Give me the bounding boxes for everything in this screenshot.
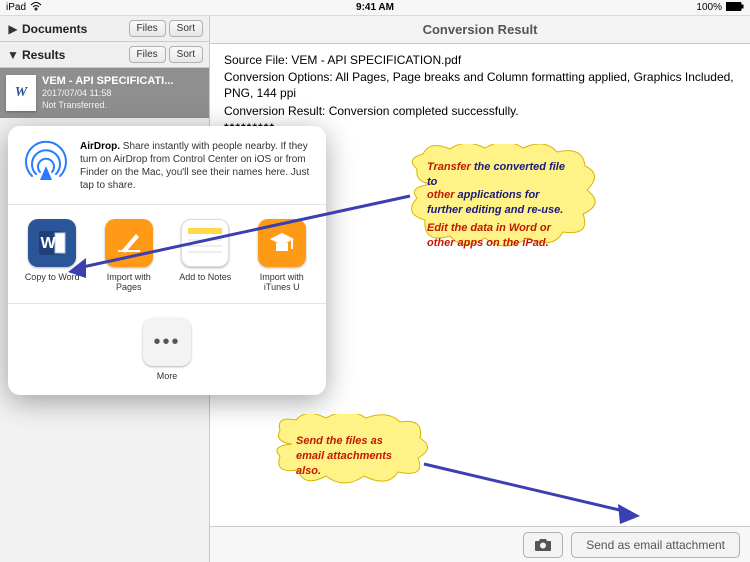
files-button[interactable]: Files: [129, 46, 166, 63]
section-documents[interactable]: ▶ Documents Files Sort: [0, 16, 209, 42]
section-results[interactable]: ▼ Results Files Sort: [0, 42, 209, 68]
files-button[interactable]: Files: [129, 20, 166, 37]
more-button[interactable]: ••• More: [22, 318, 312, 381]
share-actions-row: ••• More: [8, 304, 326, 395]
arrow-to-word: [60, 188, 430, 298]
file-date: 2017/07/04 11:58: [42, 88, 203, 100]
status-time: 9:41 AM: [356, 2, 394, 13]
file-name: VEM - API SPECIFICATI...: [42, 74, 203, 88]
section-title: Documents: [20, 22, 126, 36]
callout-transfer: Transfer the converted file to other app…: [405, 144, 600, 254]
status-device: iPad: [6, 2, 26, 13]
sort-button[interactable]: Sort: [169, 46, 203, 63]
callout-email: Send the files as email attachments also…: [270, 414, 430, 484]
chevron-right-icon: ▶: [6, 22, 20, 36]
sort-button[interactable]: Sort: [169, 20, 203, 37]
camera-icon: [534, 538, 552, 551]
panel-footer: Send as email attachment: [210, 526, 750, 562]
airdrop-icon: [22, 140, 70, 188]
wifi-icon: [30, 1, 42, 14]
source-file-line: Source File: VEM - API SPECIFICATION.pdf: [224, 52, 736, 68]
result-line: Conversion Result: Conversion completed …: [224, 103, 736, 119]
result-file-row[interactable]: W VEM - API SPECIFICATI... 2017/07/04 11…: [0, 68, 209, 118]
svg-text:W: W: [41, 235, 57, 252]
status-battery: 100%: [696, 2, 722, 13]
send-email-label: Send as email attachment: [586, 538, 725, 552]
send-email-button[interactable]: Send as email attachment: [571, 532, 740, 558]
file-status: Not Transferred.: [42, 100, 203, 112]
panel-header: Conversion Result: [210, 16, 750, 44]
arrow-to-send: [418, 458, 658, 528]
word-doc-icon: W: [6, 75, 36, 111]
status-bar: iPad 9:41 AM 100%: [0, 0, 750, 16]
more-icon: •••: [143, 318, 191, 366]
airdrop-text: AirDrop. Share instantly with people nea…: [80, 140, 312, 192]
chevron-down-icon: ▼: [6, 48, 20, 62]
options-line: Conversion Options: All Pages, Page brea…: [224, 69, 736, 101]
battery-icon: [726, 2, 744, 14]
more-label: More: [157, 371, 178, 381]
camera-button[interactable]: [523, 532, 563, 558]
section-title: Results: [20, 48, 126, 62]
